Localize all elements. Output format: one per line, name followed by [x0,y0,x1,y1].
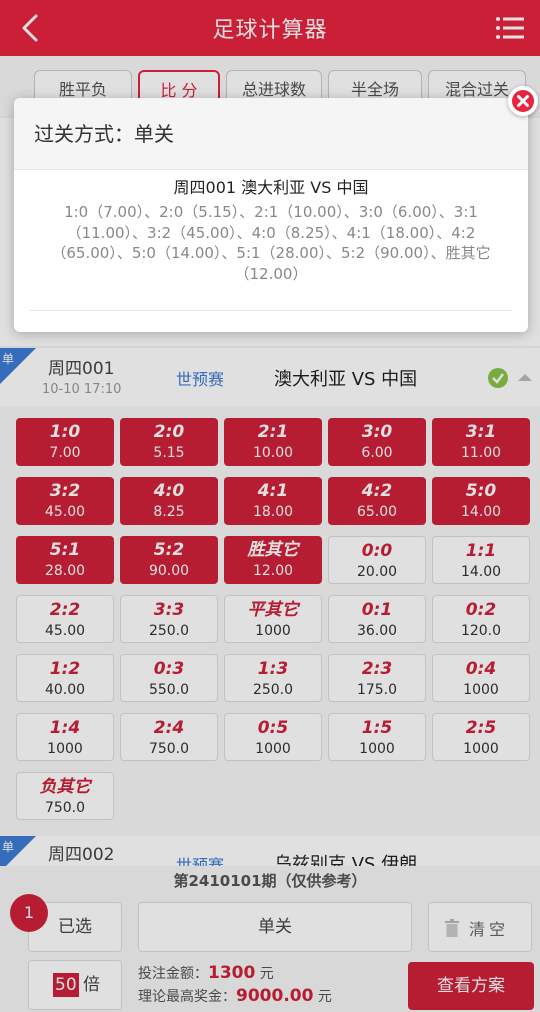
modal-match: 周四001 澳大利亚 VS 中国 [173,178,369,197]
divider [30,310,512,311]
close-button[interactable] [508,86,538,116]
close-icon [512,90,534,112]
modal-selection-detail: 1:0（7.00）、2:0（5.15）、2:1（10.00）、3:0（6.00）… [51,203,491,283]
parlay-detail-modal: 过关方式：单关 周四001 澳大利亚 VS 中国 1:0（7.00）、2:0（5… [14,98,528,332]
modal-title: 过关方式：单关 [34,122,174,146]
